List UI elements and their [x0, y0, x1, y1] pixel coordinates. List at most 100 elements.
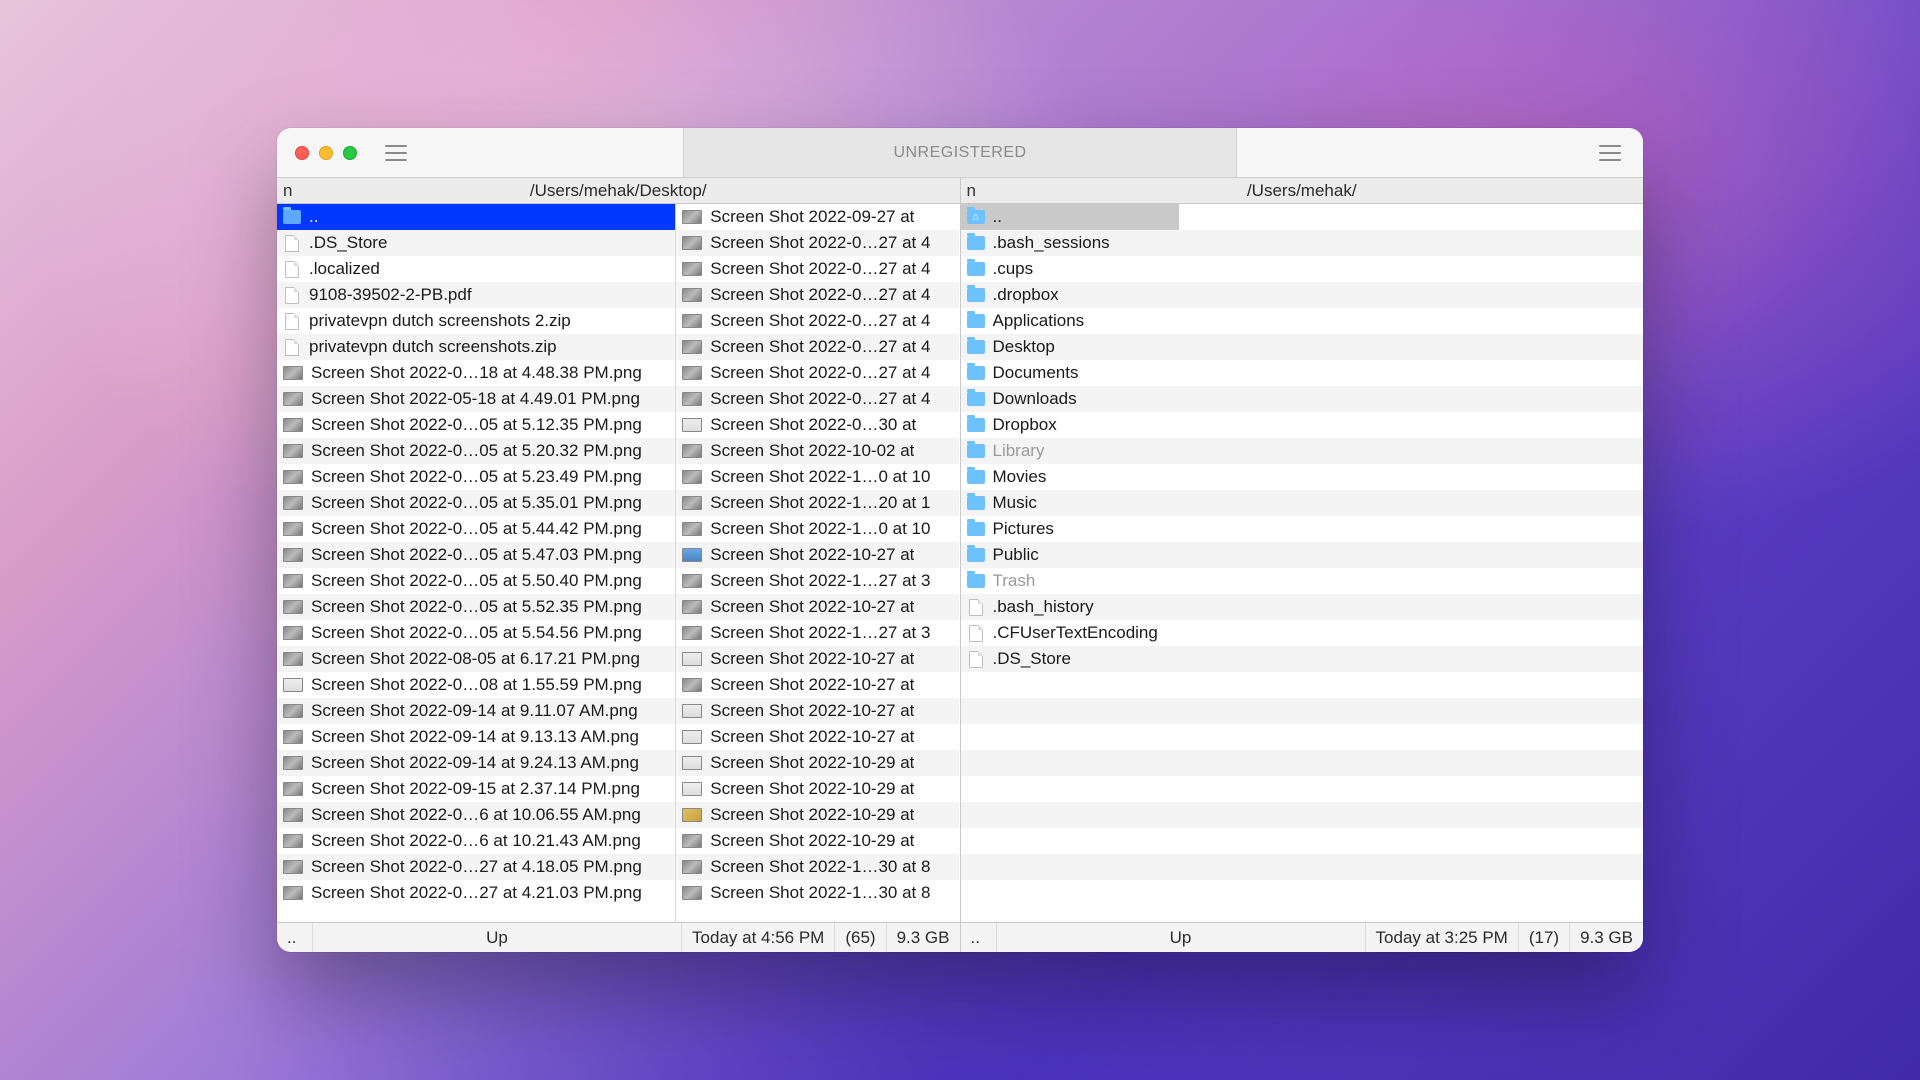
- file-row[interactable]: .bash_history: [961, 594, 1179, 620]
- status-up-button[interactable]: Up: [997, 923, 1366, 952]
- file-row[interactable]: Screen Shot 2022-10-29 at: [676, 750, 959, 776]
- list-view-icon[interactable]: [1599, 145, 1621, 161]
- close-button[interactable]: [295, 146, 309, 160]
- file-row[interactable]: Screen Shot 2022-0…27 at 4: [676, 282, 959, 308]
- file-row[interactable]: Screen Shot 2022-0…05 at 5.44.42 PM.png: [277, 516, 675, 542]
- file-row[interactable]: Screen Shot 2022-0…27 at 4: [676, 230, 959, 256]
- right-path-header[interactable]: n /Users/mehak/: [960, 178, 1644, 203]
- file-row[interactable]: Screen Shot 2022-08-05 at 6.17.21 PM.png: [277, 646, 675, 672]
- file-row[interactable]: Screen Shot 2022-0…27 at 4: [676, 334, 959, 360]
- file-row[interactable]: Screen Shot 2022-0…05 at 5.23.49 PM.png: [277, 464, 675, 490]
- file-row[interactable]: 9108-39502-2-PB.pdf: [277, 282, 675, 308]
- empty-row: [1179, 880, 1643, 906]
- file-row[interactable]: Screen Shot 2022-0…6 at 10.21.43 AM.png: [277, 828, 675, 854]
- minimize-button[interactable]: [319, 146, 333, 160]
- file-row[interactable]: Public: [961, 542, 1179, 568]
- file-row[interactable]: Screen Shot 2022-0…27 at 4: [676, 386, 959, 412]
- file-row[interactable]: Pictures: [961, 516, 1179, 542]
- file-row[interactable]: Screen Shot 2022-10-29 at: [676, 776, 959, 802]
- thumbnail-icon: [283, 392, 303, 406]
- file-row[interactable]: Screen Shot 2022-1…27 at 3: [676, 568, 959, 594]
- file-row[interactable]: Screen Shot 2022-1…30 at 8: [676, 880, 959, 906]
- zoom-button[interactable]: [343, 146, 357, 160]
- file-row[interactable]: Screen Shot 2022-0…30 at: [676, 412, 959, 438]
- file-row[interactable]: .DS_Store: [277, 230, 675, 256]
- file-row[interactable]: Screen Shot 2022-1…0 at 10: [676, 464, 959, 490]
- file-row[interactable]: Screen Shot 2022-10-27 at: [676, 724, 959, 750]
- tab-unregistered[interactable]: UNREGISTERED: [683, 128, 1237, 177]
- file-row[interactable]: Screen Shot 2022-1…20 at 1: [676, 490, 959, 516]
- file-row[interactable]: Dropbox: [961, 412, 1179, 438]
- file-row[interactable]: Screen Shot 2022-0…27 at 4: [676, 308, 959, 334]
- file-row[interactable]: Screen Shot 2022-1…27 at 3: [676, 620, 959, 646]
- file-row[interactable]: Screen Shot 2022-09-14 at 9.13.13 AM.png: [277, 724, 675, 750]
- status-up-button[interactable]: Up: [313, 923, 682, 952]
- file-row[interactable]: Screen Shot 2022-0…27 at 4.21.03 PM.png: [277, 880, 675, 906]
- file-row[interactable]: Applications: [961, 308, 1179, 334]
- file-row[interactable]: Screen Shot 2022-10-29 at: [676, 828, 959, 854]
- tab-bar: UNREGISTERED: [407, 128, 1513, 177]
- file-row[interactable]: Screen Shot 2022-10-02 at: [676, 438, 959, 464]
- file-row[interactable]: ..: [961, 204, 1179, 230]
- file-row[interactable]: .localized: [277, 256, 675, 282]
- file-row[interactable]: Screen Shot 2022-0…05 at 5.47.03 PM.png: [277, 542, 675, 568]
- folder-icon: [967, 574, 985, 588]
- file-row[interactable]: Screen Shot 2022-10-29 at: [676, 802, 959, 828]
- file-row[interactable]: Screen Shot 2022-0…05 at 5.54.56 PM.png: [277, 620, 675, 646]
- file-row[interactable]: Screen Shot 2022-0…05 at 5.52.35 PM.png: [277, 594, 675, 620]
- file-row[interactable]: Screen Shot 2022-0…05 at 5.50.40 PM.png: [277, 568, 675, 594]
- thumbnail-icon: [682, 262, 702, 276]
- file-row[interactable]: Screen Shot 2022-10-27 at: [676, 646, 959, 672]
- file-row[interactable]: .dropbox: [961, 282, 1179, 308]
- file-row[interactable]: Screen Shot 2022-0…05 at 5.35.01 PM.png: [277, 490, 675, 516]
- file-row[interactable]: Screen Shot 2022-0…27 at 4: [676, 360, 959, 386]
- file-row[interactable]: Screen Shot 2022-09-14 at 9.11.07 AM.png: [277, 698, 675, 724]
- file-row[interactable]: Screen Shot 2022-05-18 at 4.49.01 PM.png: [277, 386, 675, 412]
- file-row[interactable]: Screen Shot 2022-10-27 at: [676, 672, 959, 698]
- file-name: Screen Shot 2022-1…30 at 8: [710, 883, 930, 903]
- file-row[interactable]: .cups: [961, 256, 1179, 282]
- file-row[interactable]: Screen Shot 2022-10-27 at: [676, 594, 959, 620]
- file-row[interactable]: Screen Shot 2022-0…05 at 5.12.35 PM.png: [277, 412, 675, 438]
- list-view-icon[interactable]: [385, 145, 407, 161]
- file-row[interactable]: Screen Shot 2022-0…27 at 4: [676, 256, 959, 282]
- file-row[interactable]: Screen Shot 2022-0…18 at 4.48.38 PM.png: [277, 360, 675, 386]
- left-path-header[interactable]: n /Users/mehak/Desktop/: [277, 178, 960, 203]
- empty-row: [1179, 646, 1643, 672]
- left-pane[interactable]: ...DS_Store.localized9108-39502-2-PB.pdf…: [277, 204, 960, 922]
- file-row[interactable]: Music: [961, 490, 1179, 516]
- file-row[interactable]: Screen Shot 2022-09-27 at: [676, 204, 959, 230]
- file-row[interactable]: Screen Shot 2022-10-27 at: [676, 542, 959, 568]
- file-name: Screen Shot 2022-0…27 at 4: [710, 389, 930, 409]
- file-row[interactable]: privatevpn dutch screenshots.zip: [277, 334, 675, 360]
- file-row[interactable]: Screen Shot 2022-0…05 at 5.20.32 PM.png: [277, 438, 675, 464]
- file-row[interactable]: Movies: [961, 464, 1179, 490]
- file-row[interactable]: Screen Shot 2022-1…30 at 8: [676, 854, 959, 880]
- file-row[interactable]: .CFUserTextEncoding: [961, 620, 1179, 646]
- empty-row: [1179, 698, 1643, 724]
- file-row[interactable]: Screen Shot 2022-0…27 at 4.18.05 PM.png: [277, 854, 675, 880]
- file-name: .bash_history: [993, 597, 1094, 617]
- file-name: Library: [993, 441, 1045, 461]
- file-row[interactable]: Trash: [961, 568, 1179, 594]
- file-row[interactable]: privatevpn dutch screenshots 2.zip: [277, 308, 675, 334]
- thumbnail-icon: [283, 496, 303, 510]
- file-row[interactable]: Screen Shot 2022-09-15 at 2.37.14 PM.png: [277, 776, 675, 802]
- file-row[interactable]: Desktop: [961, 334, 1179, 360]
- file-row[interactable]: Downloads: [961, 386, 1179, 412]
- file-row[interactable]: Screen Shot 2022-09-14 at 9.24.13 AM.png: [277, 750, 675, 776]
- file-row[interactable]: ..: [277, 204, 675, 230]
- file-row[interactable]: Screen Shot 2022-1…0 at 10: [676, 516, 959, 542]
- empty-row: [961, 880, 1179, 906]
- file-row[interactable]: Documents: [961, 360, 1179, 386]
- file-name: .CFUserTextEncoding: [993, 623, 1158, 643]
- file-row[interactable]: Library: [961, 438, 1179, 464]
- status-parent[interactable]: ..: [961, 923, 997, 952]
- right-pane[interactable]: ...bash_sessions.cups.dropboxApplication…: [960, 204, 1644, 922]
- file-row[interactable]: Screen Shot 2022-10-27 at: [676, 698, 959, 724]
- file-row[interactable]: .bash_sessions: [961, 230, 1179, 256]
- file-row[interactable]: Screen Shot 2022-0…6 at 10.06.55 AM.png: [277, 802, 675, 828]
- file-row[interactable]: .DS_Store: [961, 646, 1179, 672]
- file-row[interactable]: Screen Shot 2022-0…08 at 1.55.59 PM.png: [277, 672, 675, 698]
- status-parent[interactable]: ..: [277, 923, 313, 952]
